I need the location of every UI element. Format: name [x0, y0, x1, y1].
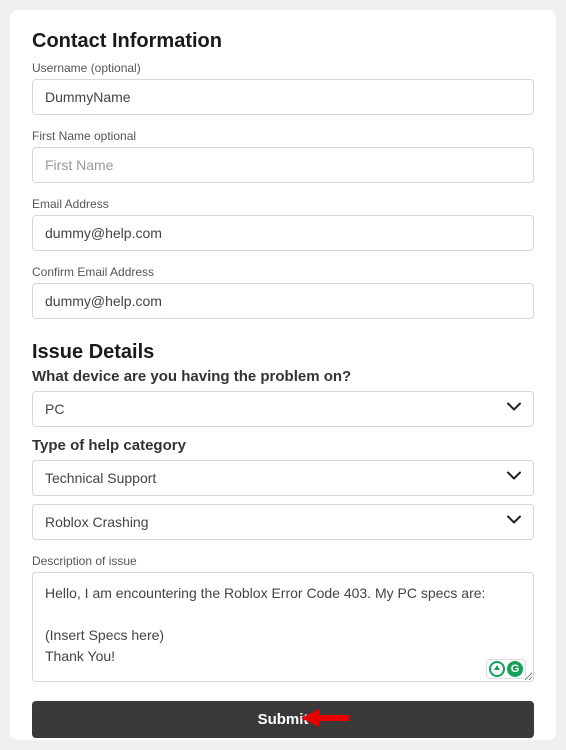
support-form-card: Contact Information Username (optional) …	[10, 10, 556, 740]
submit-label: Submit	[258, 711, 309, 728]
description-wrapper: G	[32, 572, 534, 687]
device-label: What device are you having the problem o…	[32, 368, 534, 385]
description-textarea[interactable]	[32, 572, 534, 682]
confirm-email-label: Confirm Email Address	[32, 265, 534, 279]
email-label: Email Address	[32, 197, 534, 211]
device-select-wrapper: PC	[32, 391, 534, 427]
category-select-wrapper: Technical Support	[32, 460, 534, 496]
description-label: Description of issue	[32, 554, 534, 568]
contact-heading: Contact Information	[32, 30, 534, 53]
grammarly-upload-icon	[489, 661, 505, 677]
device-select[interactable]: PC	[32, 391, 534, 427]
issue-heading: Issue Details	[32, 341, 534, 364]
subcategory-select[interactable]: Roblox Crashing	[32, 504, 534, 540]
firstname-label: First Name optional	[32, 129, 534, 143]
grammarly-badge[interactable]: G	[486, 659, 526, 679]
username-label: Username (optional)	[32, 61, 534, 75]
username-input[interactable]	[32, 79, 534, 115]
email-input[interactable]	[32, 215, 534, 251]
grammarly-icon: G	[507, 661, 523, 677]
submit-button[interactable]: Submit	[32, 701, 534, 738]
confirm-email-input[interactable]	[32, 283, 534, 319]
subcategory-select-wrapper: Roblox Crashing	[32, 504, 534, 540]
firstname-input[interactable]	[32, 147, 534, 183]
category-label: Type of help category	[32, 437, 534, 454]
category-select[interactable]: Technical Support	[32, 460, 534, 496]
